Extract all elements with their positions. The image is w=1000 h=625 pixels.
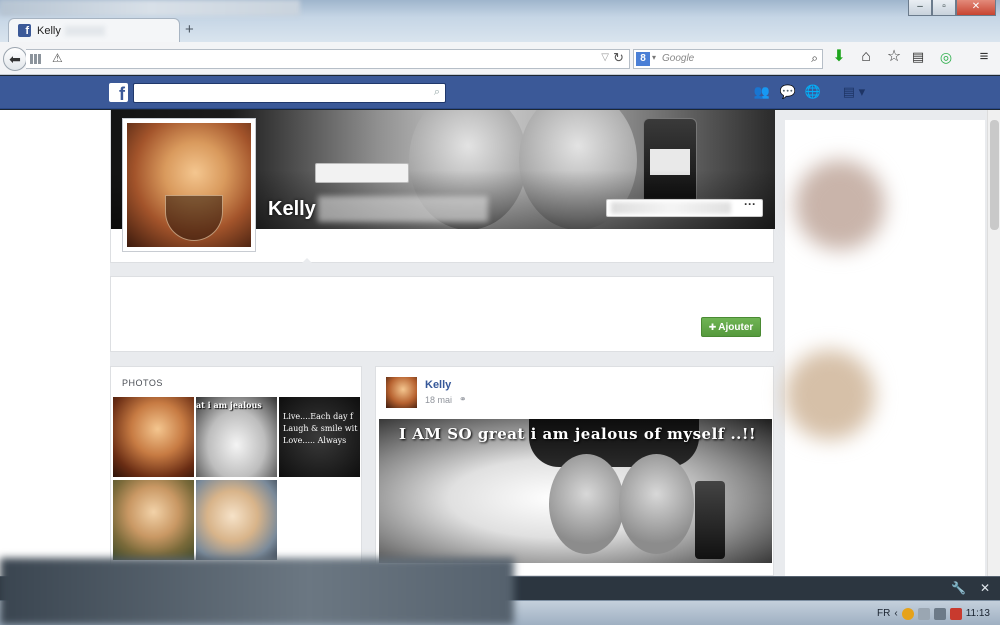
post-image[interactable]: I AM SO great i am jealous of myself ..!… bbox=[379, 419, 772, 563]
browser-tab-active[interactable]: f Kelly bbox=[8, 18, 180, 42]
add-friend-icon: ✚ bbox=[708, 322, 717, 332]
back-button[interactable]: ⬅ bbox=[3, 47, 27, 71]
post-author-name[interactable]: Kelly bbox=[425, 379, 451, 391]
post-date[interactable]: 18 mai bbox=[425, 395, 452, 405]
photos-card: PHOTOS at i am jealous Live....Each day … bbox=[110, 366, 362, 576]
chevron-left-icon[interactable]: ‹ bbox=[894, 608, 897, 619]
more-options-icon[interactable]: ··· bbox=[744, 197, 756, 211]
profile-actions-card: ✚ Ajouter bbox=[110, 276, 774, 352]
cover-button[interactable] bbox=[315, 163, 409, 183]
blurred-region bbox=[795, 160, 885, 250]
star-icon[interactable]: ☆ bbox=[884, 48, 904, 66]
system-tray: FR ‹ 11:13 bbox=[877, 601, 1000, 625]
blurred-region bbox=[785, 350, 875, 440]
facebook-search-input[interactable]: ⌕ bbox=[133, 83, 446, 103]
blurred-region bbox=[318, 196, 488, 222]
maximize-button[interactable]: ▫ bbox=[932, 0, 956, 16]
account-menu-icon[interactable]: ▤ ▾ bbox=[838, 84, 870, 100]
search-icon[interactable]: ⌕ bbox=[434, 86, 440, 99]
network-icon[interactable] bbox=[933, 607, 946, 620]
clipboard-icon[interactable]: ▤ bbox=[908, 48, 928, 66]
warning-icon[interactable]: ⚠ bbox=[52, 51, 63, 65]
site-identity-icon[interactable] bbox=[30, 54, 42, 64]
facebook-logo-icon[interactable]: f bbox=[109, 83, 128, 102]
browser-navbar: ⬅ ⚠ ▽ ↻ 8 ▾ Google ⌕ bbox=[0, 42, 1000, 75]
facebook-topbar: f ⌕ 👥 💬 🌐 ▤ ▾ bbox=[0, 76, 1000, 109]
chat-sidebar bbox=[785, 120, 985, 576]
left-gutter bbox=[0, 110, 110, 576]
photo-thumbnail[interactable] bbox=[113, 397, 194, 477]
post-image-bottle bbox=[695, 481, 725, 559]
facebook-favicon-icon: f bbox=[18, 24, 31, 37]
add-friend-label: Ajouter bbox=[718, 322, 754, 333]
tray-app-icon[interactable] bbox=[917, 607, 930, 620]
photo-thumbnail[interactable] bbox=[196, 480, 277, 560]
wrench-icon[interactable]: 🔧 bbox=[951, 581, 966, 595]
notifications-globe-icon[interactable]: 🌐 bbox=[804, 84, 822, 100]
profile-photo bbox=[127, 123, 251, 247]
home-icon[interactable]: ⌂ bbox=[856, 48, 876, 66]
profile-name[interactable]: Kelly bbox=[268, 198, 316, 221]
photo-thumbnail[interactable]: Live....Each day f Laugh & smile wit Lov… bbox=[279, 397, 360, 477]
cover-action-button[interactable]: ··· bbox=[606, 197, 763, 217]
add-friend-button[interactable]: ✚ Ajouter bbox=[701, 317, 761, 337]
search-bar[interactable]: 8 ▾ Google ⌕ bbox=[633, 49, 823, 69]
post-author-avatar[interactable] bbox=[386, 377, 417, 408]
addon-icon[interactable]: ◎ bbox=[936, 48, 956, 66]
post-image-figure bbox=[619, 454, 694, 554]
friend-requests-icon[interactable]: 👥 bbox=[753, 84, 771, 100]
new-tab-button[interactable]: + bbox=[185, 21, 194, 38]
close-icon[interactable]: ✕ bbox=[980, 581, 990, 595]
post-image-figure bbox=[549, 454, 624, 554]
language-indicator[interactable]: FR bbox=[877, 608, 890, 619]
blurred-region bbox=[64, 25, 105, 36]
friends-privacy-icon: ⚭ bbox=[459, 394, 467, 404]
profile-photo-glass bbox=[165, 195, 223, 241]
tray-app-icon[interactable] bbox=[901, 607, 914, 620]
url-bar[interactable]: ⚠ ▽ ↻ bbox=[26, 49, 630, 69]
window-titlebar: – ▫ ✕ f Kelly + bbox=[0, 0, 1000, 42]
minimize-button[interactable]: – bbox=[908, 0, 932, 16]
profile-picture[interactable] bbox=[122, 118, 256, 252]
download-icon[interactable]: ⬇ bbox=[829, 48, 849, 66]
timeline-post: Kelly 18 mai ⚭ I AM SO great i am jealou… bbox=[375, 366, 774, 576]
clock-time[interactable]: 11:13 bbox=[966, 608, 990, 619]
post-image-caption: I AM SO great i am jealous of myself ..!… bbox=[399, 425, 757, 443]
blurred-region bbox=[0, 0, 300, 16]
photo-thumbnail[interactable] bbox=[113, 480, 194, 560]
chevron-down-icon[interactable]: ▽ bbox=[601, 52, 609, 63]
close-window-button[interactable]: ✕ bbox=[956, 0, 996, 16]
chevron-down-icon[interactable]: ▾ bbox=[652, 53, 656, 62]
scrollbar-thumb[interactable] bbox=[990, 120, 999, 230]
messages-icon[interactable]: 💬 bbox=[779, 84, 797, 100]
tab-indicator bbox=[300, 258, 314, 265]
google-engine-icon[interactable]: 8 bbox=[636, 52, 650, 66]
hamburger-menu-icon[interactable]: ≡ bbox=[974, 48, 994, 66]
search-engine-placeholder: Google bbox=[662, 53, 695, 64]
search-icon[interactable]: ⌕ bbox=[811, 51, 818, 66]
photos-header[interactable]: PHOTOS bbox=[122, 378, 163, 388]
page-scrollbar[interactable] bbox=[987, 110, 1000, 576]
blurred-region bbox=[611, 202, 731, 214]
back-arrow-icon: ⬅ bbox=[9, 51, 21, 67]
reload-icon[interactable]: ↻ bbox=[613, 50, 624, 66]
volume-muted-icon[interactable] bbox=[949, 607, 962, 620]
photo-thumbnail[interactable]: at i am jealous bbox=[196, 397, 277, 477]
blurred-region bbox=[0, 558, 514, 625]
window-controls: – ▫ ✕ bbox=[908, 0, 996, 16]
tab-title: Kelly bbox=[37, 24, 61, 37]
